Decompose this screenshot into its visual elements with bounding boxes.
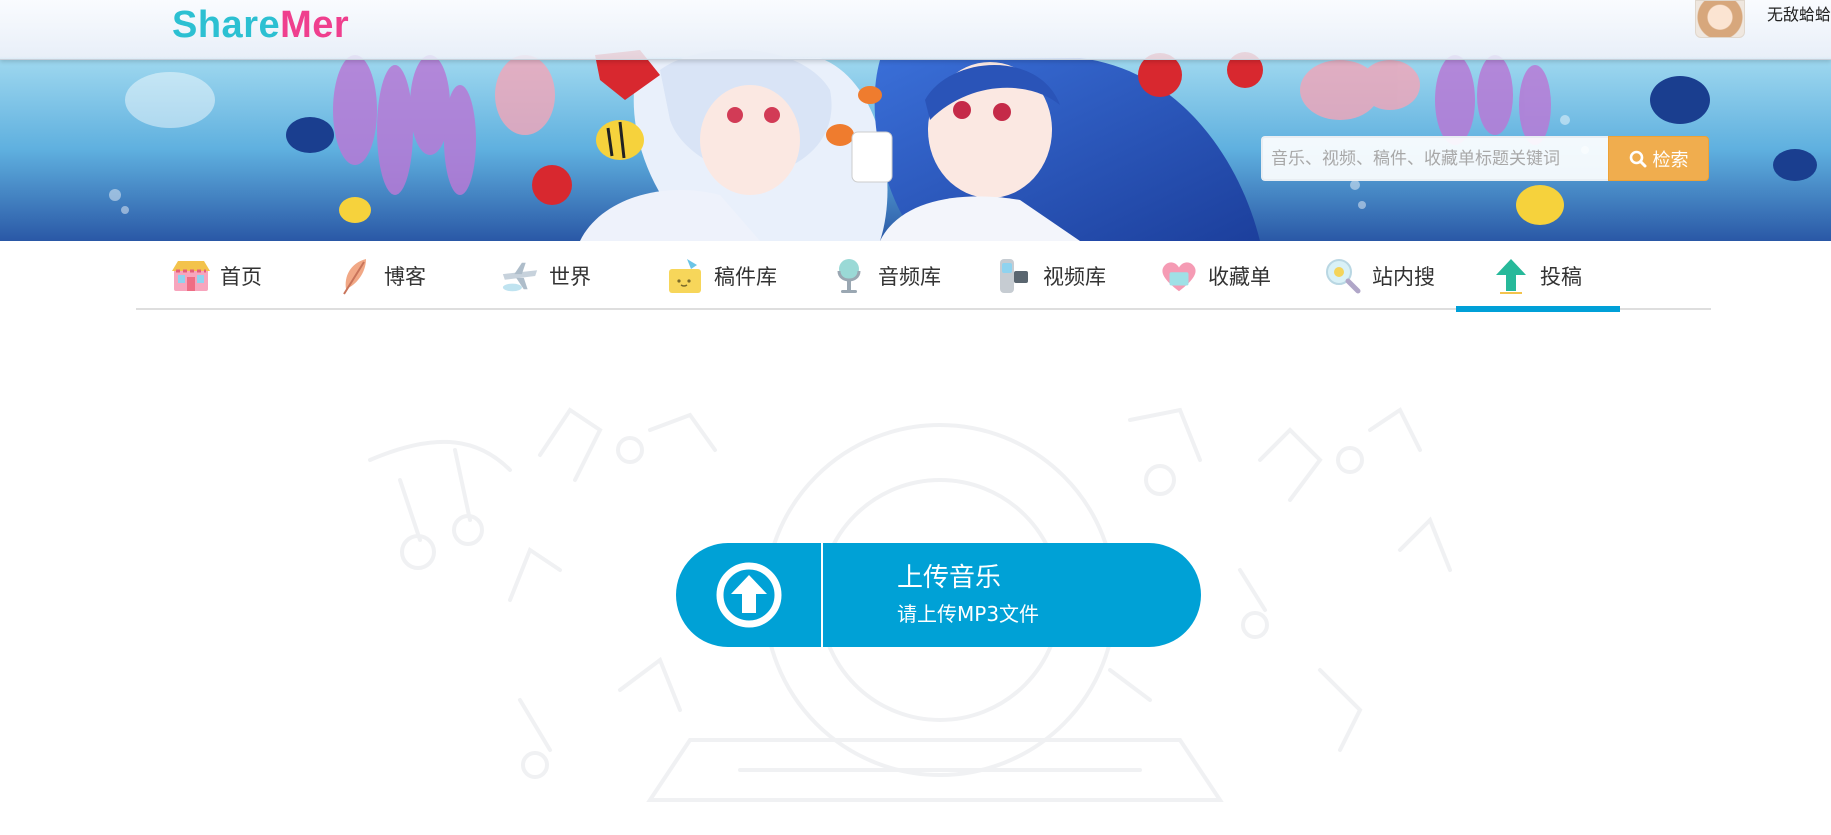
main-nav: 首页 博客 世界 稿件库 音频库 视频库 收藏单 站内搜 投稿 xyxy=(136,241,1711,312)
nav-item-video[interactable]: 视频库 xyxy=(959,241,1106,310)
upload-title: 上传音乐 xyxy=(897,563,1002,593)
search-button[interactable]: 检索 xyxy=(1608,136,1709,181)
nav-item-label: 站内搜 xyxy=(1372,264,1435,289)
upload-circle-arrow-icon xyxy=(716,562,781,628)
user-area: 无敌蛤蛤 xyxy=(1694,0,1831,40)
feather-icon xyxy=(336,257,374,295)
nav-item-label: 收藏单 xyxy=(1208,264,1271,289)
nav-item-label: 世界 xyxy=(549,264,591,289)
heart-icon xyxy=(1160,257,1198,295)
nav-item-world[interactable]: 世界 xyxy=(465,241,591,310)
microphone-icon xyxy=(830,257,868,295)
nav-item-label: 视频库 xyxy=(1043,264,1106,289)
video-icon xyxy=(995,257,1033,295)
nav-item-audio[interactable]: 音频库 xyxy=(794,241,941,310)
search-icon xyxy=(1629,150,1646,167)
magnifier-icon xyxy=(1324,257,1362,295)
nav-item-label: 音频库 xyxy=(878,264,941,289)
nav-item-site-search[interactable]: 站内搜 xyxy=(1288,241,1435,310)
nav-item-collections[interactable]: 收藏单 xyxy=(1124,241,1271,310)
airplane-icon xyxy=(501,257,539,295)
nav-item-blog[interactable]: 博客 xyxy=(300,241,426,310)
user-avatar[interactable] xyxy=(1694,0,1745,38)
nav-item-label: 投稿 xyxy=(1540,264,1582,289)
nav-item-label: 稿件库 xyxy=(714,264,777,289)
search-input[interactable] xyxy=(1261,136,1608,181)
upload-text-area: 上传音乐 请上传MP3文件 xyxy=(823,543,1039,647)
home-icon xyxy=(172,257,210,295)
nav-item-home[interactable]: 首页 xyxy=(136,241,262,310)
nav-item-label: 博客 xyxy=(384,264,426,289)
folder-icon xyxy=(666,257,704,295)
search-box: 检索 xyxy=(1261,136,1709,181)
nav-item-manuscripts[interactable]: 稿件库 xyxy=(630,241,777,310)
nav-item-label: 首页 xyxy=(220,264,262,289)
header-banner: ShareMer 无敌蛤蛤 检索 xyxy=(0,0,1831,241)
search-button-label: 检索 xyxy=(1652,149,1689,171)
nav-item-submit[interactable]: 投稿 xyxy=(1456,241,1620,312)
upload-icon-area xyxy=(676,543,823,647)
upload-music-button[interactable]: 上传音乐 请上传MP3文件 xyxy=(676,543,1201,647)
logo-text-share: Share xyxy=(172,4,281,46)
upload-arrow-icon xyxy=(1492,257,1530,295)
username[interactable]: 无敌蛤蛤 xyxy=(1767,0,1831,25)
logo-text-mer: Mer xyxy=(280,4,350,46)
site-logo[interactable]: ShareMer xyxy=(172,4,349,47)
upload-subtitle: 请上传MP3文件 xyxy=(897,602,1040,626)
